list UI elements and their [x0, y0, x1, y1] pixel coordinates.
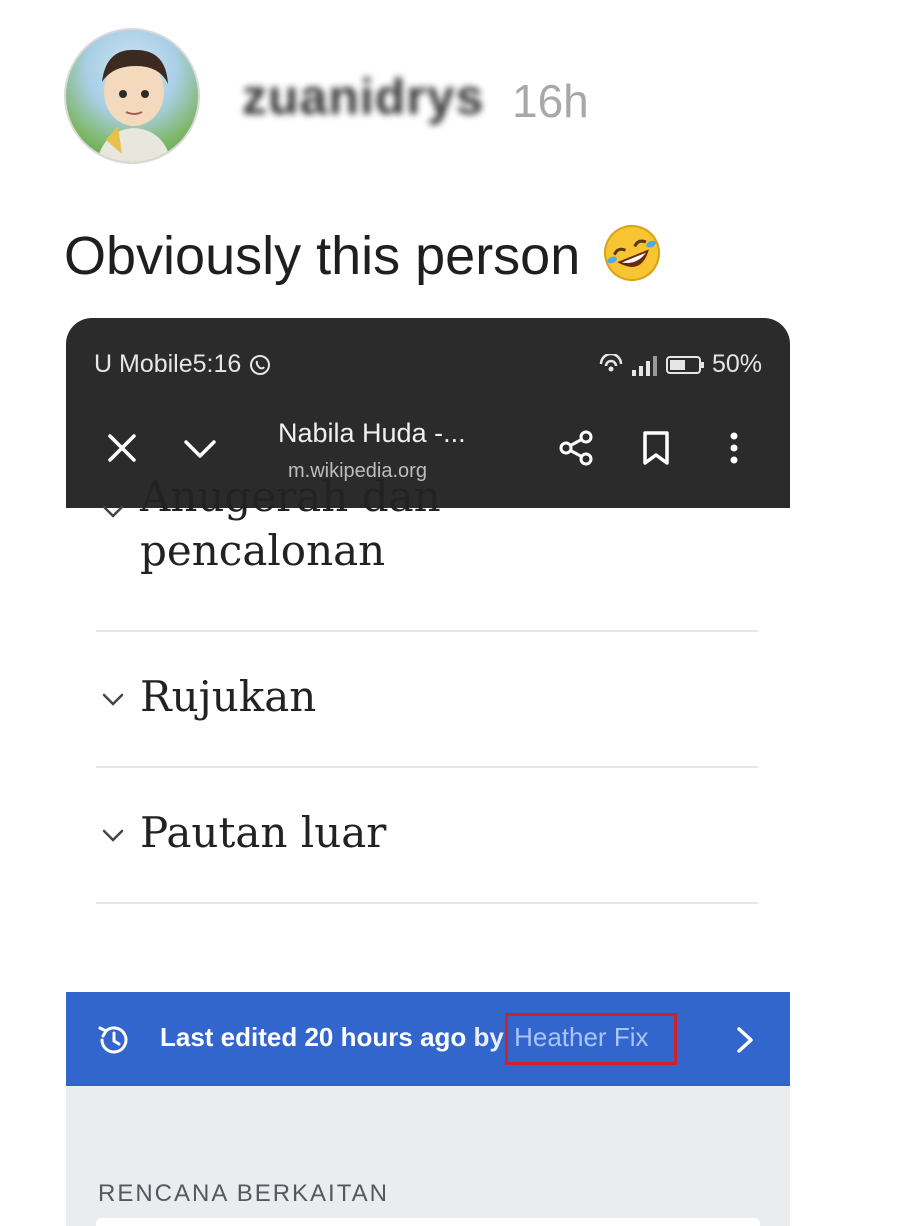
- toc-label: Rujukan: [140, 672, 317, 721]
- status-bar-left: U Mobile5:16: [94, 350, 272, 379]
- page-title[interactable]: Nabila Huda -...: [278, 418, 466, 449]
- chevron-down-icon: [102, 829, 124, 842]
- chevron-right-icon: [737, 1027, 753, 1053]
- toc-item-rujukan[interactable]: Rujukan: [96, 630, 758, 768]
- toc-item-anugerah[interactable]: Anugerah dan pencalonan: [96, 472, 758, 632]
- carrier-name: U Mobile: [94, 350, 193, 378]
- rofl-emoji-icon: [604, 225, 661, 281]
- embedded-screenshot: U Mobile5:16 50% Nabila Huda -... m.wiki…: [66, 318, 790, 1226]
- post-caption: Obviously this person: [64, 222, 663, 287]
- chevron-down-icon: [102, 693, 124, 706]
- battery-percent: 50%: [711, 350, 762, 378]
- toc-label: Pautan luar: [140, 808, 387, 857]
- last-edited-banner[interactable]: Last edited 20 hours ago by Heather Fix: [66, 992, 790, 1086]
- signal-icon: [631, 355, 657, 376]
- toc-label: pencalonan: [140, 526, 386, 575]
- related-heading: RENCANA BERKAITAN: [98, 1180, 389, 1207]
- related-articles-section: RENCANA BERKAITAN: [66, 1086, 790, 1226]
- status-clock: 5:16: [192, 350, 242, 378]
- toc-label: Anugerah dan: [140, 472, 441, 521]
- last-edited-text: Last edited 20 hours ago by Heather Fix: [160, 1013, 678, 1065]
- username[interactable]: zuanidrys: [242, 68, 484, 126]
- share-icon[interactable]: [556, 428, 596, 468]
- avatar-illustration: [96, 49, 172, 162]
- battery-icon: [665, 355, 704, 374]
- more-options-icon[interactable]: [714, 428, 754, 468]
- avatar[interactable]: [64, 28, 200, 164]
- last-edited-prefix: Last edited 20 hours ago: [160, 1022, 467, 1052]
- related-article-card[interactable]: [96, 1218, 760, 1226]
- history-icon: [98, 1026, 128, 1054]
- editor-link[interactable]: Heather Fix: [505, 1013, 678, 1065]
- chevron-down-icon: [102, 505, 124, 518]
- chevron-down-icon[interactable]: [180, 428, 220, 468]
- post-time: 16h: [512, 75, 589, 127]
- hotspot-icon: [599, 353, 623, 371]
- toc-item-pautan-luar[interactable]: Pautan luar: [96, 766, 758, 904]
- whatsapp-icon: [250, 355, 271, 375]
- bookmark-icon[interactable]: [636, 428, 676, 468]
- close-icon[interactable]: [102, 428, 142, 468]
- status-bar-right: 50%: [598, 350, 762, 379]
- caption-text: Obviously this person: [64, 226, 581, 286]
